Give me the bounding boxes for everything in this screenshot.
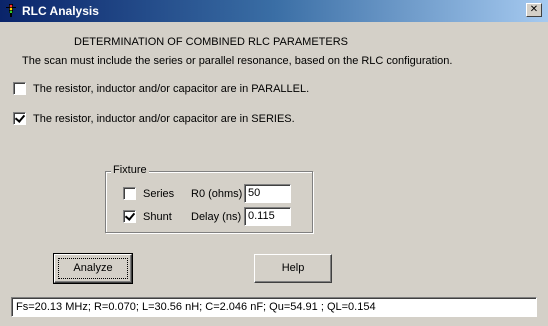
app-icon: [4, 3, 18, 18]
close-button[interactable]: ✕: [526, 3, 542, 17]
title-bar[interactable]: RLC Analysis ✕: [0, 0, 548, 22]
parallel-checkbox[interactable]: [13, 82, 26, 95]
delay-label: Delay (ns): [191, 211, 242, 223]
result-field[interactable]: Fs=20.13 MHz; R=0.070; L=30.56 nH; C=2.0…: [11, 297, 537, 317]
instructions-text: The scan must include the series or para…: [22, 55, 453, 67]
parallel-label: The resistor, inductor and/or capacitor …: [33, 82, 310, 95]
rlc-analysis-dialog: RLC Analysis ✕ DETERMINATION OF COMBINED…: [0, 0, 548, 326]
window-title: RLC Analysis: [22, 4, 99, 18]
r0-input[interactable]: 50: [244, 184, 291, 203]
page-title: DETERMINATION OF COMBINED RLC PARAMETERS: [74, 36, 349, 48]
fixture-series-option[interactable]: Series: [123, 187, 174, 200]
series-checkbox[interactable]: [13, 112, 26, 125]
fixture-series-checkbox[interactable]: [123, 187, 136, 200]
series-option[interactable]: The resistor, inductor and/or capacitor …: [13, 112, 295, 125]
fixture-legend: Fixture: [111, 164, 149, 176]
analyze-button[interactable]: Analyze: [53, 253, 133, 284]
help-button[interactable]: Help: [254, 254, 332, 283]
fixture-shunt-option[interactable]: Shunt: [123, 210, 172, 223]
focus-ring: [58, 258, 128, 279]
close-icon: ✕: [529, 4, 539, 15]
delay-input[interactable]: 0.115: [244, 207, 291, 226]
fixture-shunt-label: Shunt: [143, 210, 172, 223]
series-label: The resistor, inductor and/or capacitor …: [33, 112, 295, 125]
r0-label: R0 (ohms): [191, 188, 243, 200]
parallel-option[interactable]: The resistor, inductor and/or capacitor …: [13, 82, 309, 95]
fixture-shunt-checkbox[interactable]: [123, 210, 136, 223]
fixture-series-label: Series: [143, 187, 175, 200]
help-label: Help: [281, 262, 305, 274]
